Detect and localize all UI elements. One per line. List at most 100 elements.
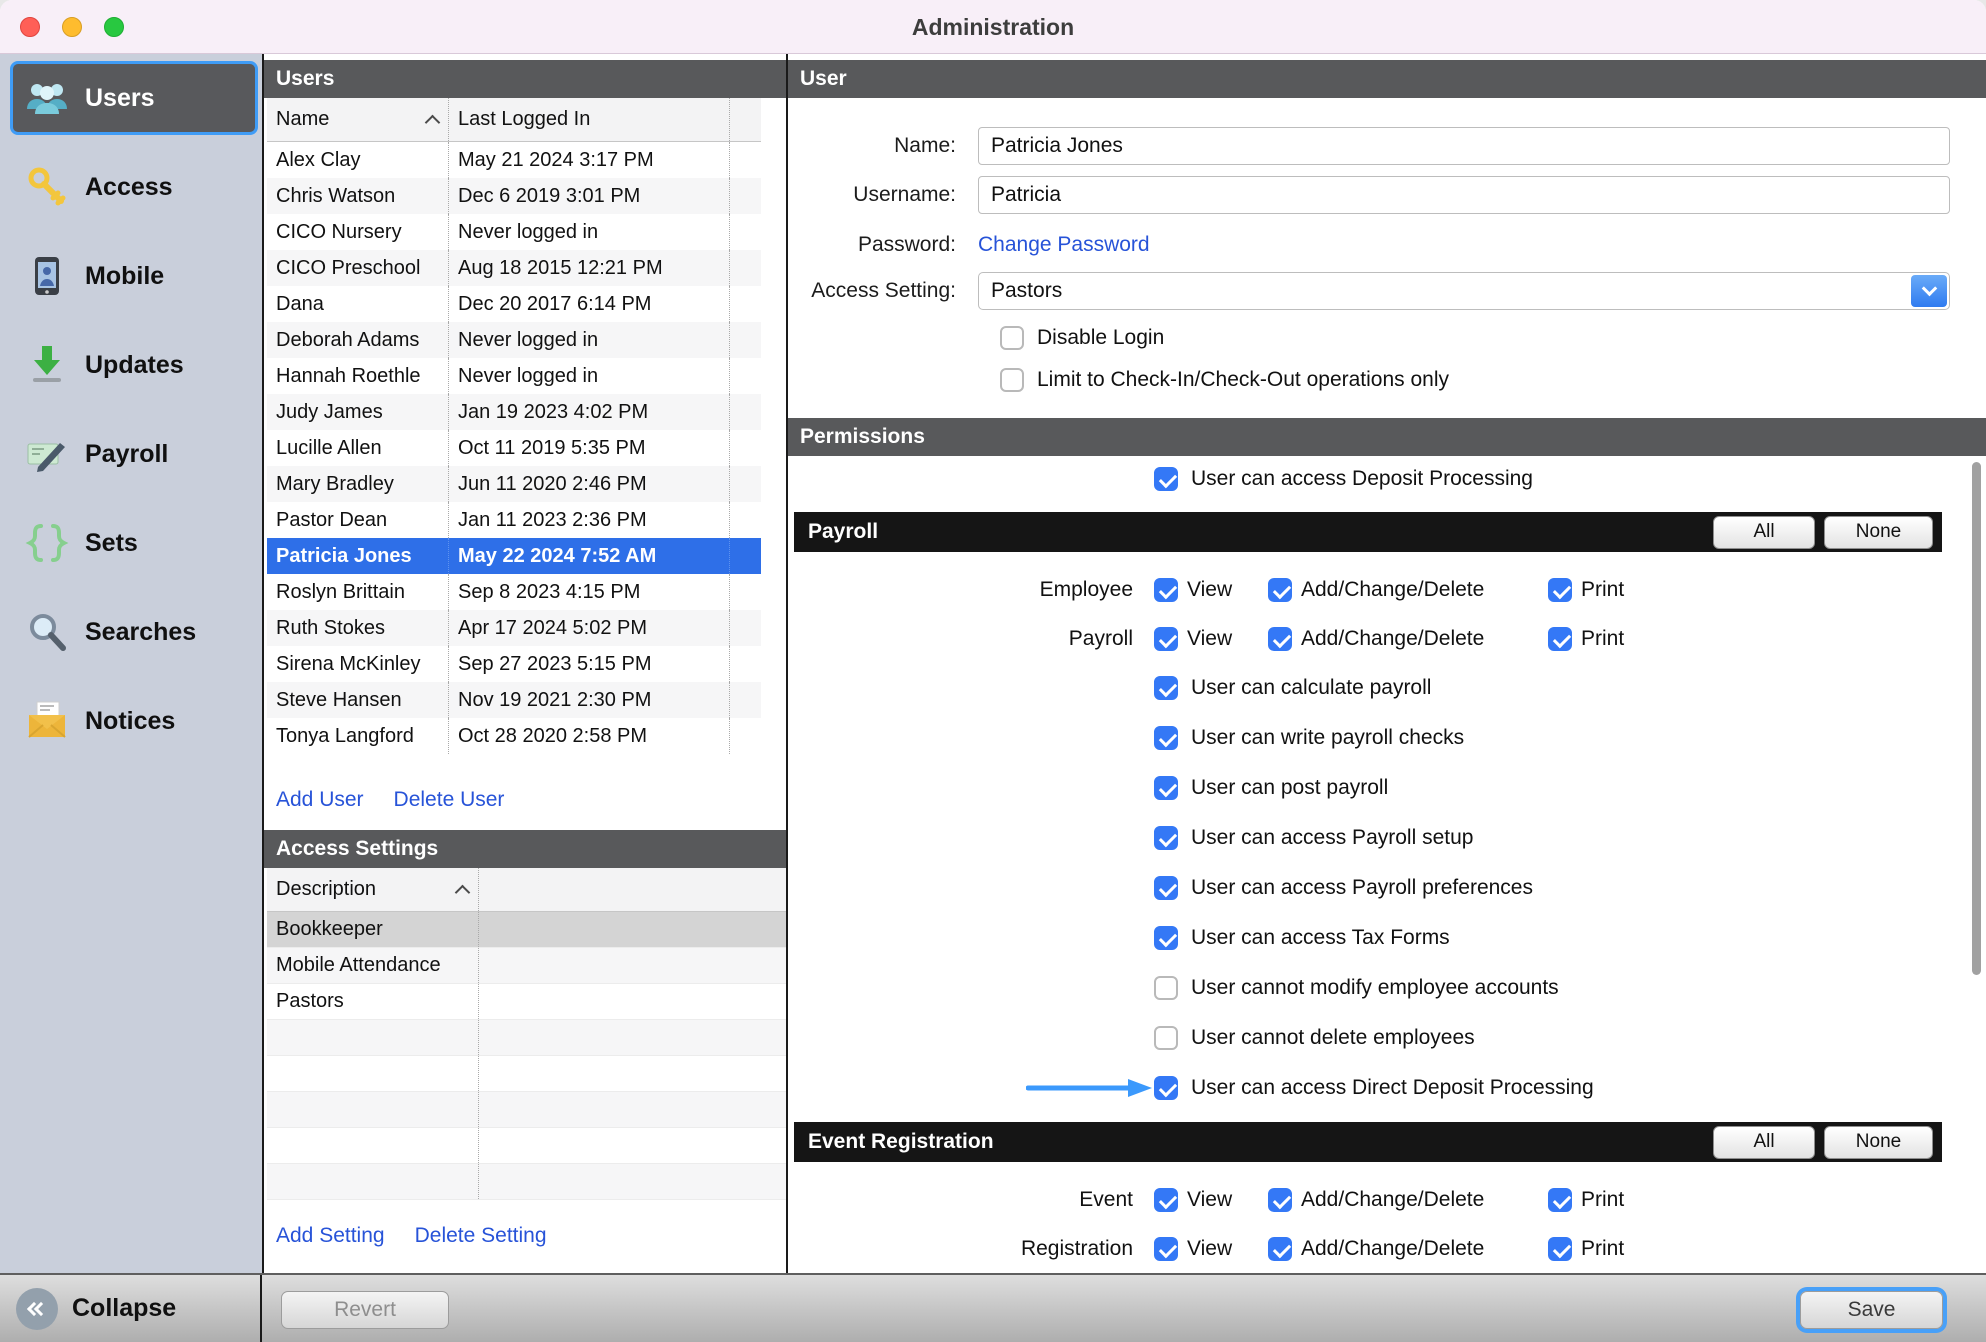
- user-row[interactable]: CICO PreschoolAug 18 2015 12:21 PM: [267, 250, 761, 286]
- access-setting-empty-row[interactable]: [267, 1056, 786, 1092]
- user-row[interactable]: Ruth StokesApr 17 2024 5:02 PM: [267, 610, 761, 646]
- users-panel-header: Users: [264, 60, 786, 98]
- vertical-scrollbar[interactable]: [1972, 462, 1981, 975]
- checkbox-payroll-print[interactable]: [1548, 627, 1572, 651]
- user-row[interactable]: Deborah AdamsNever logged in: [267, 322, 761, 358]
- access-setting-row[interactable]: Mobile Attendance: [267, 948, 786, 984]
- checkbox-user-cannot-delete-employees[interactable]: [1154, 1026, 1178, 1050]
- checkbox-user-can-access-direct-deposit-processing[interactable]: [1154, 1076, 1178, 1100]
- permission-grid-row: RegistrationViewAdd/Change/DeletePrint: [788, 1224, 1986, 1273]
- delete-setting-link[interactable]: Delete Setting: [415, 1224, 547, 1248]
- sidebar-item-label: Users: [85, 84, 155, 113]
- sidebar-item-updates[interactable]: Updates: [0, 328, 262, 412]
- checkbox-employee-print[interactable]: [1548, 578, 1572, 602]
- access-setting-row[interactable]: Bookkeeper: [267, 912, 786, 948]
- permission-option-label: Print: [1581, 1237, 1624, 1261]
- checkbox-disable-login[interactable]: [1000, 326, 1024, 350]
- sidebar-item-mobile[interactable]: Mobile: [0, 239, 262, 323]
- checkbox-user-cannot-modify-employee-accounts[interactable]: [1154, 976, 1178, 1000]
- access-setting-empty-row[interactable]: [267, 1092, 786, 1128]
- checkbox-payroll-view[interactable]: [1154, 627, 1178, 651]
- name-input[interactable]: [978, 127, 1950, 165]
- user-row-extra: [730, 394, 761, 430]
- access-setting-dropdown[interactable]: Pastors: [978, 272, 1950, 310]
- none-button[interactable]: None: [1824, 1126, 1933, 1159]
- add-setting-link[interactable]: Add Setting: [276, 1224, 385, 1248]
- collapse-sidebar-button[interactable]: Collapse: [0, 1275, 262, 1342]
- sidebar-item-searches[interactable]: Searches: [0, 595, 262, 679]
- user-row[interactable]: DanaDec 20 2017 6:14 PM: [267, 286, 761, 322]
- user-row[interactable]: Steve HansenNov 19 2021 2:30 PM: [267, 682, 761, 718]
- user-name: Roslyn Brittain: [267, 574, 449, 610]
- checkbox-registration-print[interactable]: [1548, 1237, 1572, 1261]
- user-row[interactable]: Sirena McKinleySep 27 2023 5:15 PM: [267, 646, 761, 682]
- user-row[interactable]: CICO NurseryNever logged in: [267, 214, 761, 250]
- checkbox-user-can-access-deposit-processing[interactable]: [1154, 467, 1178, 491]
- collapse-icon: [16, 1288, 58, 1330]
- user-row[interactable]: Hannah RoethleNever logged in: [267, 358, 761, 394]
- access-setting-row[interactable]: Pastors: [267, 984, 786, 1020]
- checkbox-registration-view[interactable]: [1154, 1237, 1178, 1261]
- section-title: Payroll: [808, 520, 878, 544]
- checkbox-user-can-post-payroll[interactable]: [1154, 776, 1178, 800]
- checkbox-user-can-access-payroll-setup[interactable]: [1154, 826, 1178, 850]
- user-name: Pastor Dean: [267, 502, 449, 538]
- all-button[interactable]: All: [1713, 1126, 1815, 1159]
- user-row[interactable]: Chris WatsonDec 6 2019 3:01 PM: [267, 178, 761, 214]
- sidebar-item-users[interactable]: Users: [0, 61, 262, 145]
- user-name: Dana: [267, 286, 449, 322]
- user-row[interactable]: Lucille AllenOct 11 2019 5:35 PM: [267, 430, 761, 466]
- checkbox-employee-view[interactable]: [1154, 578, 1178, 602]
- permission-item-label: User can access Payroll setup: [1191, 826, 1473, 850]
- all-button[interactable]: All: [1713, 516, 1815, 549]
- settings-column-description[interactable]: Description: [267, 868, 479, 911]
- access-setting-extra: [479, 1128, 786, 1163]
- dropdown-button[interactable]: [1911, 275, 1947, 307]
- revert-button[interactable]: Revert: [281, 1291, 449, 1329]
- sidebar-item-notices[interactable]: Notices: [0, 684, 262, 768]
- user-row[interactable]: Alex ClayMay 21 2024 3:17 PM: [267, 142, 761, 178]
- change-password-link[interactable]: Change Password: [978, 233, 1150, 257]
- sidebar-item-label: Access: [85, 173, 173, 202]
- sidebar-item-sets[interactable]: Sets: [0, 506, 262, 590]
- checkbox-registration-add-change-delete[interactable]: [1268, 1237, 1292, 1261]
- user-row-extra: [730, 430, 761, 466]
- access-setting-description: [267, 1128, 479, 1163]
- users-column-name[interactable]: Name: [267, 98, 449, 141]
- user-row[interactable]: Roslyn BrittainSep 8 2023 4:15 PM: [267, 574, 761, 610]
- access-setting-empty-row[interactable]: [267, 1020, 786, 1056]
- delete-user-link[interactable]: Delete User: [394, 788, 505, 812]
- permission-option-label: Add/Change/Delete: [1301, 1188, 1484, 1212]
- section-buttons: All None: [1713, 1126, 1933, 1159]
- add-user-link[interactable]: Add User: [276, 788, 364, 812]
- checkbox-event-add-change-delete[interactable]: [1268, 1188, 1292, 1212]
- user-row[interactable]: Patricia JonesMay 22 2024 7:52 AM: [267, 538, 761, 574]
- permission-item-label: User cannot delete employees: [1191, 1026, 1475, 1050]
- none-button[interactable]: None: [1824, 516, 1933, 549]
- sidebar-item-access[interactable]: Access: [0, 150, 262, 234]
- checkbox-user-can-access-payroll-preferences[interactable]: [1154, 876, 1178, 900]
- access-setting-empty-row[interactable]: [267, 1128, 786, 1164]
- sidebar-item-box: Mobile: [10, 239, 258, 313]
- username-input[interactable]: [978, 176, 1950, 214]
- permissions-area: User can access Deposit Processing Payro…: [788, 467, 1986, 1273]
- checkbox-employee-add-change-delete[interactable]: [1268, 578, 1292, 602]
- access-setting-empty-row[interactable]: [267, 1164, 786, 1200]
- permission-item-label: User can access Deposit Processing: [1191, 467, 1533, 491]
- user-row[interactable]: Judy JamesJan 19 2023 4:02 PM: [267, 394, 761, 430]
- checkbox-event-view[interactable]: [1154, 1188, 1178, 1212]
- checkbox-payroll-add-change-delete[interactable]: [1268, 627, 1292, 651]
- checkbox-event-print[interactable]: [1548, 1188, 1572, 1212]
- user-last-logged-in: Jun 11 2020 2:46 PM: [449, 466, 730, 502]
- checkbox-user-can-calculate-payroll[interactable]: [1154, 676, 1178, 700]
- user-row[interactable]: Tonya LangfordOct 28 2020 2:58 PM: [267, 718, 761, 754]
- checkbox-user-can-access-tax-forms[interactable]: [1154, 926, 1178, 950]
- user-row[interactable]: Pastor DeanJan 11 2023 2:36 PM: [267, 502, 761, 538]
- save-button[interactable]: Save: [1800, 1291, 1943, 1329]
- checkbox-user-can-write-payroll-checks[interactable]: [1154, 726, 1178, 750]
- users-column-last-logged-in[interactable]: Last Logged In: [449, 98, 730, 141]
- user-row[interactable]: Mary BradleyJun 11 2020 2:46 PM: [267, 466, 761, 502]
- sidebar-item-payroll[interactable]: Payroll: [0, 417, 262, 501]
- access-setting-description: [267, 1164, 479, 1199]
- checkbox-limit-to-check-in-check-out-operations-only[interactable]: [1000, 368, 1024, 392]
